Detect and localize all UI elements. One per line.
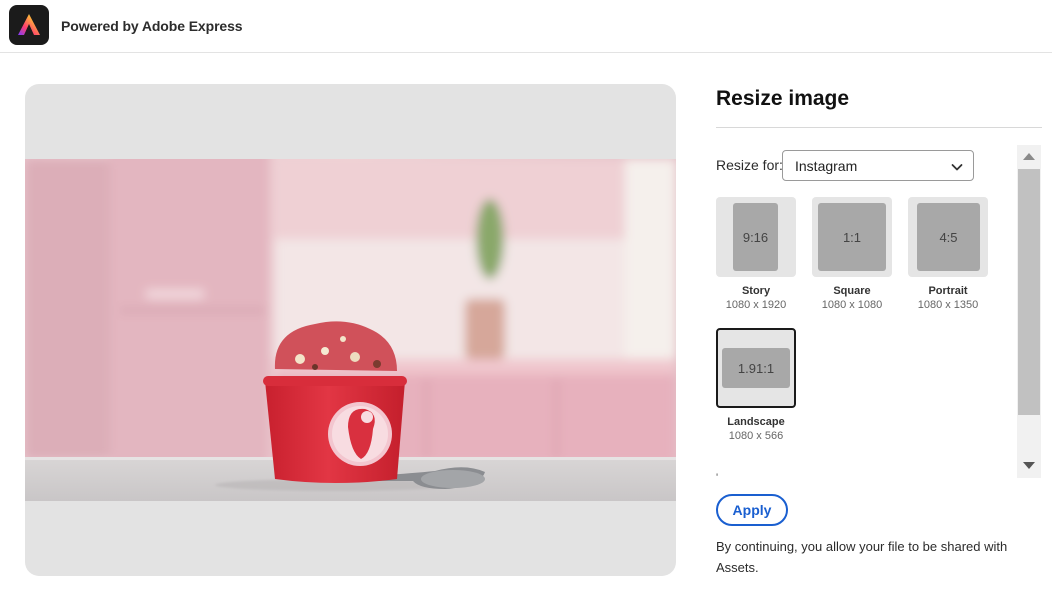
preset-dimensions: 1080 x 566 xyxy=(728,430,784,442)
ice-cream-cup-photo xyxy=(25,159,676,501)
ratio-preview: 9:16 xyxy=(733,203,778,271)
ratio-preview: 4:5 xyxy=(917,203,980,271)
preset-name: Portrait xyxy=(928,285,968,297)
preset-portrait[interactable]: 4:5 Portrait 1080 x 1350 xyxy=(908,197,988,311)
clipped-list-text: ' xyxy=(716,472,721,478)
preset-story[interactable]: 9:16 Story 1080 x 1920 xyxy=(716,197,796,311)
app-header: Powered by Adobe Express xyxy=(0,0,1052,53)
resize-for-label: Resize for: xyxy=(716,157,783,173)
panel-scrollbar[interactable] xyxy=(1017,145,1041,478)
preset-dimensions: 1080 x 1350 xyxy=(917,299,979,311)
scrollbar-thumb[interactable] xyxy=(1018,169,1040,415)
apply-button[interactable]: Apply xyxy=(716,494,788,526)
preset-square[interactable]: 1:1 Square 1080 x 1080 xyxy=(812,197,892,311)
panel-divider xyxy=(716,127,1042,128)
adobe-express-logo-icon xyxy=(9,5,49,45)
preset-name: Square xyxy=(833,285,871,297)
platform-select-value: Instagram xyxy=(795,158,858,174)
preset-dimensions: 1080 x 1080 xyxy=(821,299,883,311)
platform-select[interactable]: Instagram xyxy=(782,150,974,181)
preset-thumbnail-selected[interactable]: 1.91:1 xyxy=(716,328,796,408)
preset-landscape[interactable]: 1.91:1 Landscape 1080 x 566 xyxy=(716,328,796,442)
scroll-up-arrow-icon[interactable] xyxy=(1023,153,1035,160)
consent-text: By continuing, you allow your file to be… xyxy=(716,539,1008,575)
brand-title: Powered by Adobe Express xyxy=(61,18,243,34)
preset-thumbnail[interactable]: 1:1 xyxy=(812,197,892,277)
panel-title: Resize image xyxy=(716,87,850,110)
image-preview xyxy=(25,84,676,576)
ratio-preview: 1:1 xyxy=(818,203,886,271)
ratio-preview: 1.91:1 xyxy=(722,348,790,388)
preset-thumbnail[interactable]: 4:5 xyxy=(908,197,988,277)
preset-dimensions: 1080 x 1920 xyxy=(725,299,787,311)
preset-thumbnail[interactable]: 9:16 xyxy=(716,197,796,277)
chevron-down-icon xyxy=(951,160,963,178)
preset-name: Landscape xyxy=(727,416,785,428)
resize-options-list[interactable]: Resize for: Instagram 9:16 Story 1080 x … xyxy=(716,145,1014,478)
scroll-down-arrow-icon[interactable] xyxy=(1023,462,1035,469)
preset-name: Story xyxy=(741,285,771,297)
